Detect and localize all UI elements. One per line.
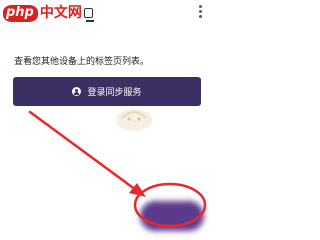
card-description: 查看您其他设备上的标签页列表。	[14, 57, 150, 67]
watermark-icon	[116, 109, 152, 131]
annotation-arrow-head	[129, 183, 146, 197]
site-logo: php 中文网	[3, 4, 82, 22]
account-icon	[72, 87, 82, 96]
sign-in-sync-button[interactable]: 登录同步服务	[13, 77, 201, 106]
logo-text: 中文网	[39, 5, 82, 21]
synced-tabs-card: 查看您其他设备上的标签页列表。 登录同步服务	[5, 46, 207, 106]
logo-badge: php	[3, 4, 38, 22]
fab-button[interactable]	[140, 201, 204, 231]
tabs-icon[interactable]	[84, 8, 94, 22]
top-bar: php 中文网	[0, 0, 213, 30]
more-vertical-icon[interactable]	[199, 5, 203, 21]
sync-button-label: 登录同步服务	[87, 88, 142, 98]
